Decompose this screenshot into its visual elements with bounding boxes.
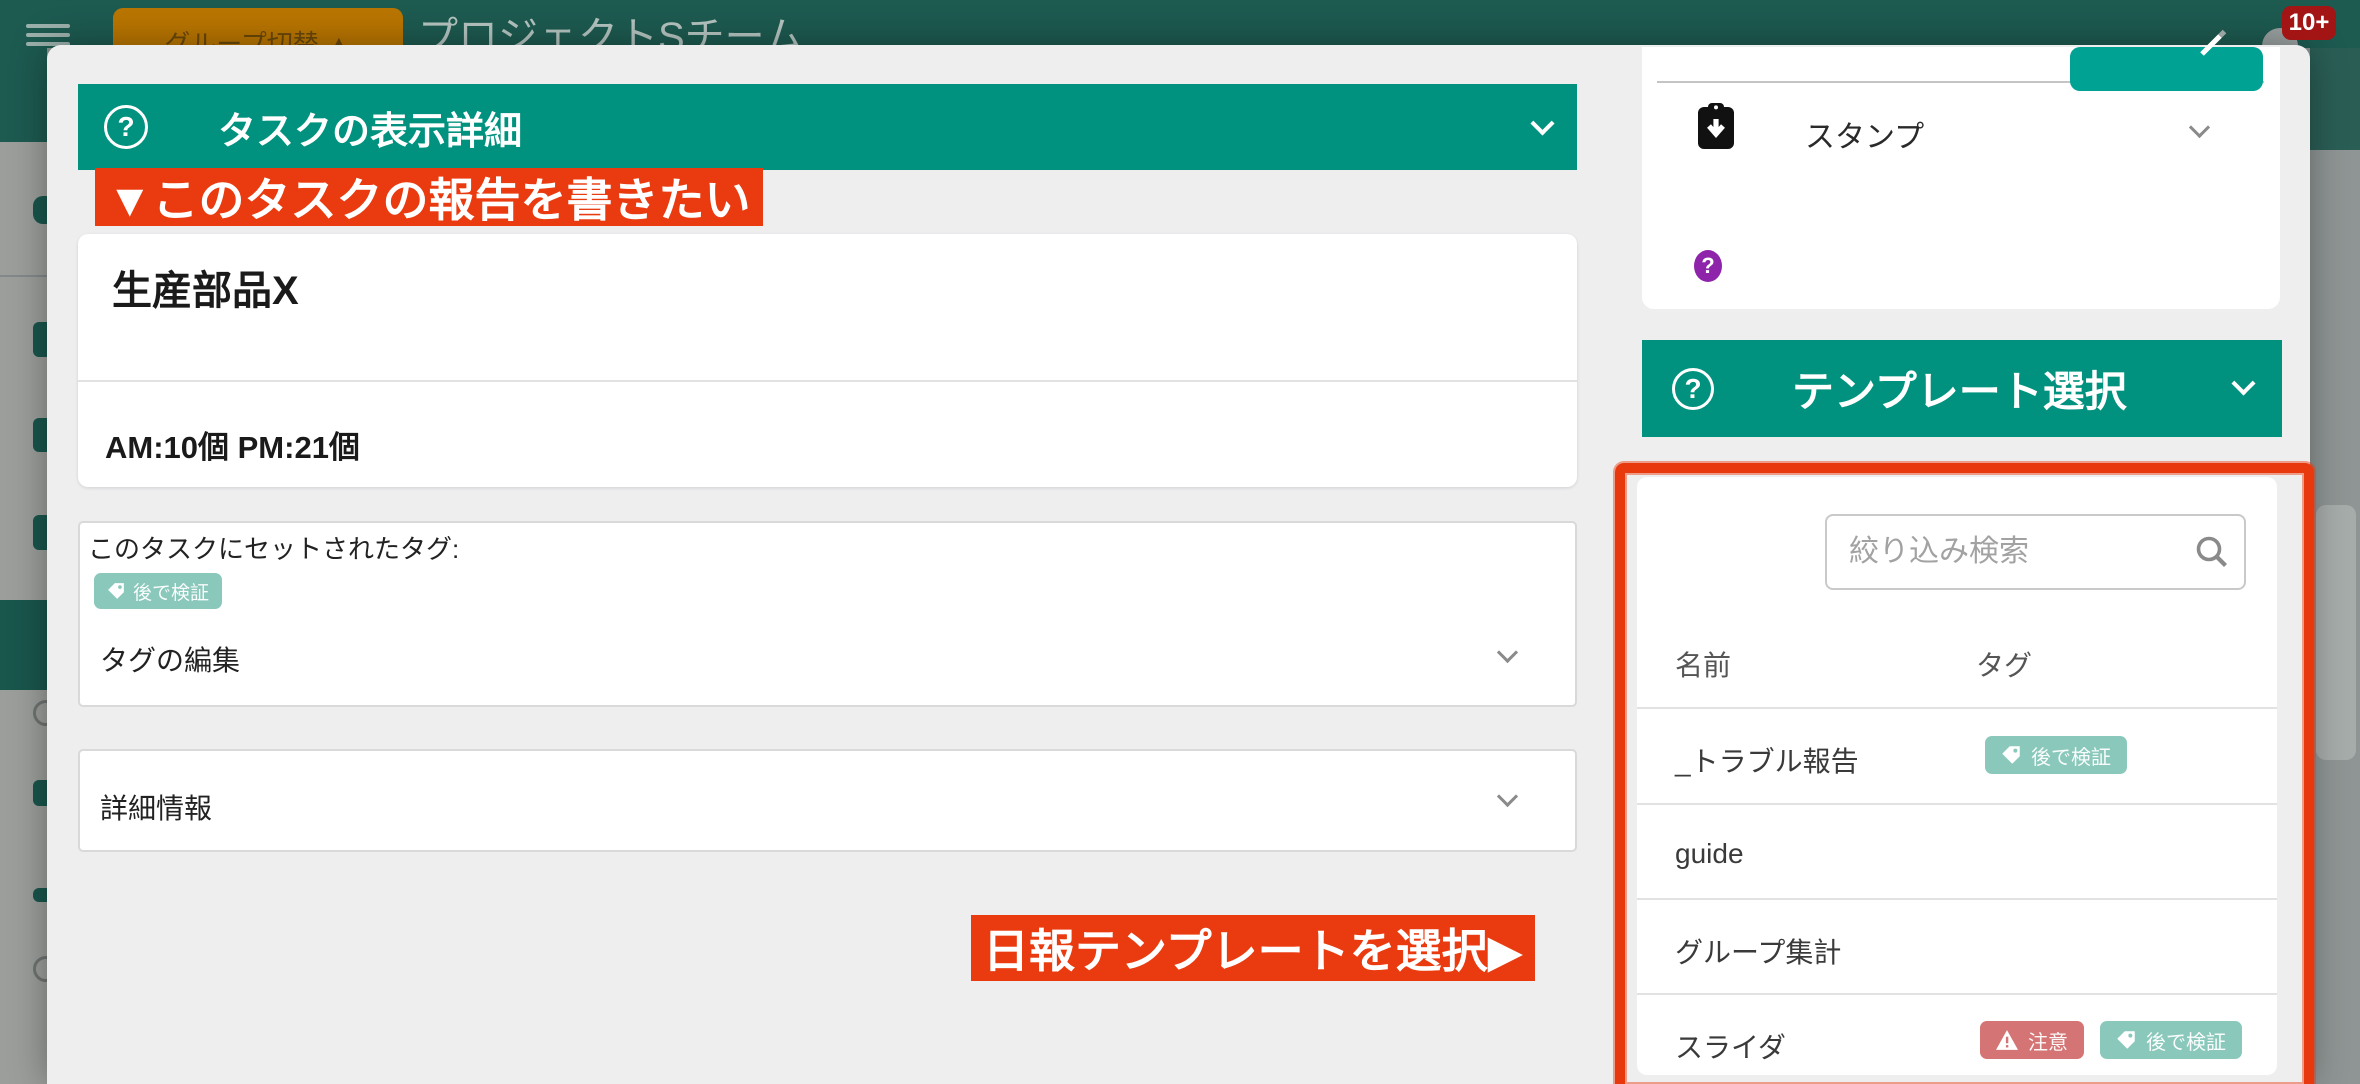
chevron-down-icon[interactable] bbox=[2231, 371, 2256, 396]
menu-icon[interactable] bbox=[26, 24, 70, 46]
template-row-name[interactable]: グループ集計 bbox=[1675, 931, 1841, 971]
save-report-button[interactable] bbox=[2070, 47, 2263, 91]
template-search[interactable] bbox=[1825, 514, 2246, 590]
tag-icon bbox=[2117, 1031, 2135, 1049]
details-label: 詳細情報 bbox=[100, 793, 213, 824]
row-tag-chip-warning: 注意 bbox=[1980, 1021, 2084, 1059]
tag-label: 後で検証 bbox=[2031, 746, 2111, 769]
section-title: タスクの表示詳細 bbox=[218, 110, 523, 153]
task-tag-chip[interactable]: 後で検証 bbox=[94, 573, 223, 609]
chevron-down-icon[interactable] bbox=[2188, 116, 2211, 139]
help-icon-purple[interactable]: ? bbox=[1694, 250, 1722, 282]
pencil-icon bbox=[2200, 29, 2227, 56]
sidebar-selected-item[interactable] bbox=[0, 600, 47, 690]
tags-card-label: このタスクにセットされたタグ: bbox=[88, 534, 460, 564]
tag-label: 注意 bbox=[2028, 1031, 2068, 1054]
notification-badge[interactable]: 10+ bbox=[2282, 6, 2336, 40]
tag-label: 後で検証 bbox=[133, 582, 210, 604]
tags-card: このタスクにセットされたタグ: 後で検証 タグの編集 bbox=[78, 521, 1577, 707]
row-tag-chip: 後で検証 bbox=[2100, 1021, 2242, 1059]
column-header-tag: タグ bbox=[1976, 650, 2033, 681]
task-name: 生産部品X bbox=[112, 269, 299, 313]
section-title: テンプレート選択 bbox=[1792, 368, 2127, 415]
task-card[interactable]: 生産部品X AM:10個 PM:21個 bbox=[78, 234, 1577, 487]
template-row-name[interactable]: _トラブル報告 bbox=[1675, 740, 1859, 780]
template-section-header[interactable]: ? テンプレート選択 bbox=[1642, 340, 2282, 437]
template-row-name[interactable]: guide bbox=[1675, 838, 1744, 870]
scrollbar-thumb[interactable] bbox=[2316, 505, 2356, 760]
task-detail-section-header[interactable]: ? タスクの表示詳細 bbox=[78, 84, 1577, 170]
template-row-name[interactable]: スライダ bbox=[1675, 1026, 1786, 1066]
chevron-down-icon[interactable] bbox=[1496, 641, 1519, 664]
edit-tags-label: タグの編集 bbox=[100, 645, 241, 676]
search-icon bbox=[2196, 536, 2227, 567]
tag-label: 後で検証 bbox=[2146, 1031, 2226, 1054]
chevron-down-icon[interactable] bbox=[1496, 785, 1519, 808]
column-header-name: 名前 bbox=[1675, 650, 1732, 681]
tag-icon bbox=[2002, 746, 2020, 764]
stamp-label: スタンプ bbox=[1805, 121, 1925, 154]
sidebar-divider bbox=[0, 275, 47, 277]
details-card[interactable]: 詳細情報 bbox=[78, 749, 1577, 852]
tag-icon bbox=[108, 583, 124, 599]
chevron-down-icon[interactable] bbox=[1530, 110, 1555, 136]
page-backdrop-teal bbox=[2310, 48, 2360, 150]
search-input[interactable] bbox=[1825, 514, 2246, 590]
row-tag-chip: 後で検証 bbox=[1985, 736, 2127, 774]
annotation-select-template: 日報テンプレートを選択▶ bbox=[971, 915, 1535, 981]
app-sidebar bbox=[0, 48, 59, 1084]
annotation-write-report: ▼このタスクの報告を書きたい bbox=[95, 168, 763, 226]
warning-icon bbox=[1996, 1030, 2018, 1050]
help-icon[interactable]: ? bbox=[104, 105, 148, 149]
sidebar-top-block bbox=[0, 48, 47, 142]
task-summary: AM:10個 PM:21個 bbox=[105, 430, 360, 465]
stamp-clipboard-icon bbox=[1698, 103, 1734, 149]
help-icon[interactable]: ? bbox=[1672, 367, 1714, 410]
